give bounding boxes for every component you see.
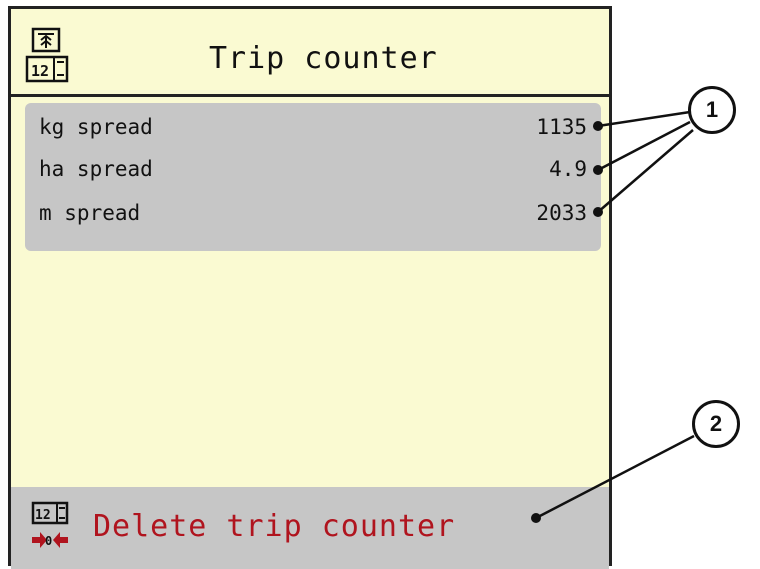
callout-2: 2 — [692, 400, 740, 448]
callout-1: 1 — [688, 86, 736, 134]
callout-leader-lines — [531, 110, 695, 523]
